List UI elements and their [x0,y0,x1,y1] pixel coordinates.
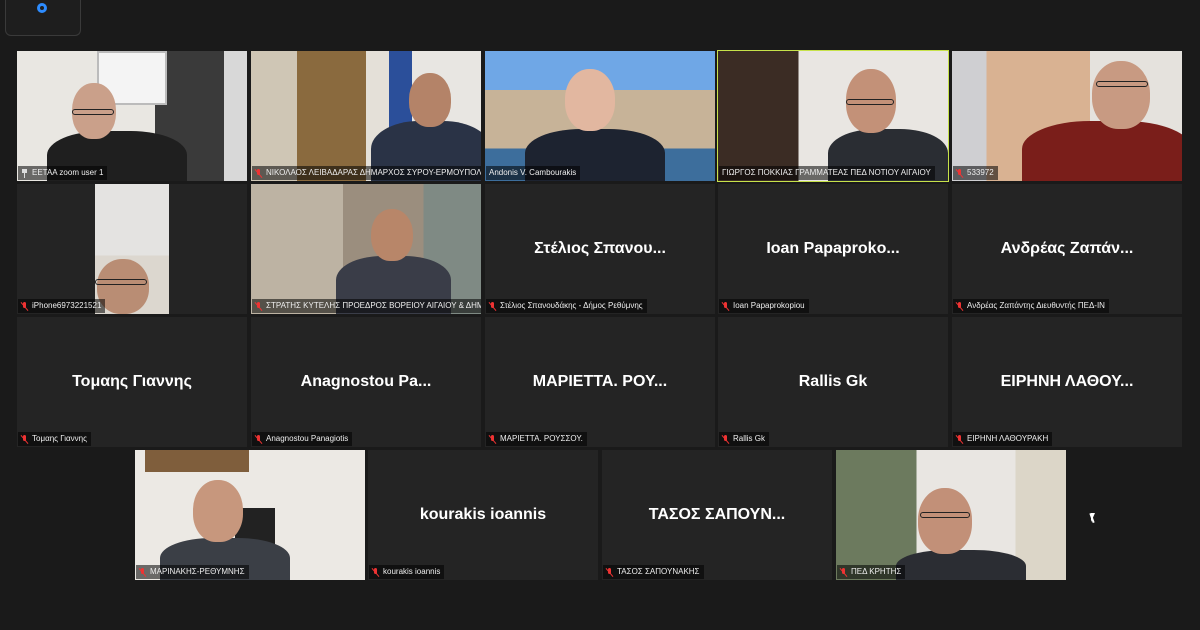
participant-display-name: Τομαης Γιαννης [72,373,192,390]
zoom-logo-icon [37,3,47,13]
participant-tile[interactable]: ΕΕΤΑΑ zoom user 1 [17,51,247,181]
participant-tile[interactable]: ΜΑΡΙΝΑΚΗΣ-ΡΕΘΥΜΝΗΣ [135,450,365,580]
participant-tile[interactable]: ΣΤΡΑΤΗΣ ΚΥΤΕΛΗΣ ΠΡΟΕΔΡΟΣ ΒΟΡΕΙΟΥ ΑΙΓΑΙΟΥ… [251,184,481,314]
participant-name-label: ΜΑΡΙΝΑΚΗΣ-ΡΕΘΥΜΝΗΣ [136,565,249,579]
video-feed [836,450,1066,580]
participant-tile[interactable]: Andonis V. Cambourakis [485,51,715,181]
participant-display-name: Στέλιος Σπανου... [534,240,666,257]
participant-name-label: Rallis Gk [719,432,770,446]
participant-tile[interactable]: Anagnostou Pa... Anagnostou Panagiotis [251,317,481,447]
participant-name-label: Στέλιος Σπανουδάκης - Δήμος Ρεθύμνης [486,299,647,313]
participant-display-name: Ioan Papaproko... [766,240,900,257]
mic-muted-icon [139,567,146,577]
participant-name-label: ΕΙΡΗΝΗ ΛΑΘΟΥΡΑΚΗ [953,432,1053,446]
mic-muted-icon [722,434,729,444]
participant-name-label: Ioan Papaprokopiou [719,299,809,313]
participant-display-name: Anagnostou Pa... [300,373,432,390]
participant-tile[interactable]: ΝΙΚΟΛΑΟΣ ΛΕΙΒΑΔΑΡΑΣ ΔΗΜΑΡΧΟΣ ΣΥΡΟΥ-ΕΡΜΟΥ… [251,51,481,181]
participant-tile[interactable]: iPhone6973221521 [17,184,247,314]
participant-name-label: Anagnostou Panagiotis [252,432,353,446]
participant-name-label: ΤΑΣΟΣ ΣΑΠΟΥΝΑΚΗΣ [603,565,704,579]
mic-muted-icon [489,301,496,311]
mic-muted-icon [956,434,963,444]
video-feed [135,450,365,580]
mic-muted-icon [372,567,379,577]
video-feed [485,51,715,181]
participant-tile[interactable]: ΠΕΔ ΚΡΗΤΗΣ [836,450,1066,580]
participant-name-label: ΠΕΔ ΚΡΗΤΗΣ [837,565,906,579]
participant-name-label: ΝΙΚΟΛΑΟΣ ΛΕΙΒΑΔΑΡΑΣ ΔΗΜΑΡΧΟΣ ΣΥΡΟΥ-ΕΡΜΟΥ… [252,166,481,180]
video-feed [952,51,1182,181]
participant-tile[interactable]: Τομαης Γιαννης Τομαης Γιαννης [17,317,247,447]
mouse-cursor-icon [1091,513,1095,522]
participant-name-label: 533972 [953,166,998,180]
participant-tile[interactable]: kourakis ioannis kourakis ioannis [368,450,598,580]
video-feed [251,184,481,314]
mic-muted-icon [606,567,613,577]
participant-tile[interactable]: ΜΑΡΙΕΤΤΑ. ΡΟΥ... ΜΑΡΙΕΤΤΑ. ΡΟΥΣΣΟΥ. [485,317,715,447]
pin-icon [21,168,28,178]
participant-name-label: kourakis ioannis [369,565,445,579]
mic-muted-icon [840,567,847,577]
participant-tile[interactable]: Ανδρέας Ζαπάν... Ανδρέας Ζαπάντης Διευθυ… [952,184,1182,314]
video-feed [718,51,948,181]
mic-muted-icon [956,301,963,311]
participant-tile[interactable]: Στέλιος Σπανου... Στέλιος Σπανουδάκης - … [485,184,715,314]
participant-tile[interactable]: 533972 [952,51,1182,181]
mic-muted-icon [489,434,496,444]
video-feed [17,184,247,314]
mic-muted-icon [255,168,262,178]
mic-muted-icon [255,301,262,311]
participant-display-name: Rallis Gk [798,373,868,390]
mic-muted-icon [722,301,729,311]
mic-muted-icon [21,301,28,311]
meeting-info-button[interactable] [5,0,81,36]
participant-name-label: Ανδρέας Ζαπάντης Διευθυντής ΠΕΔ-ΙΝ [953,299,1109,313]
participant-display-name: ΕΙΡΗΝΗ ΛΑΘΟΥ... [1000,373,1134,390]
participant-display-name: ΜΑΡΙΕΤΤΑ. ΡΟΥ... [532,373,668,390]
participant-display-name: ΤΑΣΟΣ ΣΑΠΟΥΝ... [648,506,786,523]
participant-name-label: ΜΑΡΙΕΤΤΑ. ΡΟΥΣΣΟΥ. [486,432,587,446]
participant-tile[interactable]: Rallis Gk Rallis Gk [718,317,948,447]
mic-muted-icon [21,434,28,444]
video-feed [17,51,247,181]
participant-display-name: Ανδρέας Ζαπάν... [1000,240,1134,257]
mic-muted-icon [956,168,963,178]
participant-display-name: kourakis ioannis [419,506,547,523]
mic-muted-icon [255,434,262,444]
participant-name-label: ΓΙΩΡΓΟΣ ΠΟΚΚΙΑΣ ΓΡΑΜΜΑΤΕΑΣ ΠΕΔ ΝΟΤΙΟΥ ΑΙ… [719,166,935,180]
participant-name-label: iPhone6973221521 [18,299,106,313]
participant-name-label: Τομαης Γιαννης [18,432,91,446]
video-feed [251,51,481,181]
participant-tile-active-speaker[interactable]: ΓΙΩΡΓΟΣ ΠΟΚΚΙΑΣ ΓΡΑΜΜΑΤΕΑΣ ΠΕΔ ΝΟΤΙΟΥ ΑΙ… [717,50,949,182]
participant-tile[interactable]: ΤΑΣΟΣ ΣΑΠΟΥΝ... ΤΑΣΟΣ ΣΑΠΟΥΝΑΚΗΣ [602,450,832,580]
participant-name-label: ΕΕΤΑΑ zoom user 1 [18,166,108,180]
participant-tile[interactable]: Ioan Papaproko... Ioan Papaprokopiou [718,184,948,314]
participant-name-label: Andonis V. Cambourakis [486,166,581,180]
participant-name-label: ΣΤΡΑΤΗΣ ΚΥΤΕΛΗΣ ΠΡΟΕΔΡΟΣ ΒΟΡΕΙΟΥ ΑΙΓΑΙΟΥ… [252,299,481,313]
participant-tile[interactable]: ΕΙΡΗΝΗ ΛΑΘΟΥ... ΕΙΡΗΝΗ ΛΑΘΟΥΡΑΚΗ [952,317,1182,447]
